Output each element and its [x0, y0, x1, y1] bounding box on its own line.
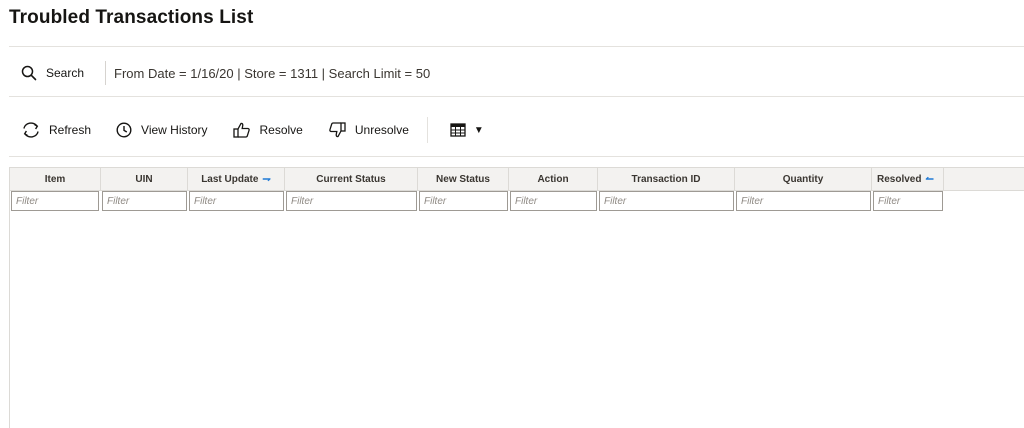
page-title: Troubled Transactions List: [9, 7, 254, 28]
filter-input-action[interactable]: [510, 191, 597, 211]
column-header-new-status[interactable]: New Status: [418, 168, 509, 190]
sort-ascending-icon: ↼: [925, 173, 934, 185]
unresolve-label: Unresolve: [354, 123, 409, 137]
table-header: Item UIN Last Update ⇁ Current Status Ne…: [10, 167, 1024, 191]
filter-input-quantity[interactable]: [736, 191, 871, 211]
column-label: Action: [537, 173, 569, 185]
column-label: New Status: [436, 173, 490, 185]
filter-input-resolved[interactable]: [873, 191, 943, 211]
chevron-down-icon: ▼: [473, 124, 484, 136]
column-view-menu-button[interactable]: ▼: [438, 115, 496, 145]
unresolve-button[interactable]: Unresolve: [315, 115, 421, 145]
column-label: Quantity: [782, 173, 824, 185]
filter-input-transaction-id[interactable]: [599, 191, 734, 211]
filter-input-last-update[interactable]: [189, 191, 284, 211]
toolbar: Refresh View History Resolve Unresolve ▼: [9, 115, 496, 145]
refresh-button[interactable]: Refresh: [9, 115, 103, 145]
filter-row: [10, 190, 1024, 214]
search-label: Search: [46, 66, 85, 80]
divider: [9, 156, 1024, 157]
column-header-current-status[interactable]: Current Status: [285, 168, 418, 190]
filter-input-uin[interactable]: [102, 191, 187, 211]
column-header-resolved[interactable]: Resolved ↼: [872, 168, 944, 190]
search-separator: [105, 61, 107, 85]
search-criteria: From Date = 1/16/20 | Store = 1311 | Sea…: [114, 65, 431, 81]
search-bar: Search From Date = 1/16/20 | Store = 131…: [9, 58, 430, 88]
resolve-label: Resolve: [259, 123, 303, 137]
column-header-quantity[interactable]: Quantity: [735, 168, 872, 190]
column-label: Resolved: [877, 173, 922, 185]
table-icon: [450, 123, 466, 137]
divider: [9, 46, 1024, 47]
column-label: Last Update: [201, 173, 259, 185]
search-button[interactable]: Search: [9, 58, 96, 88]
divider: [9, 96, 1024, 97]
thumbs-up-icon: [232, 121, 252, 139]
resolve-button[interactable]: Resolve: [220, 115, 315, 145]
column-label: Transaction ID: [631, 173, 701, 185]
refresh-label: Refresh: [49, 123, 92, 137]
column-label: Current Status: [316, 173, 386, 185]
column-header-item[interactable]: Item: [10, 168, 101, 190]
column-header-transaction-id[interactable]: Transaction ID: [598, 168, 735, 190]
thumbs-down-icon: [327, 121, 347, 139]
column-header-action[interactable]: Action: [509, 168, 598, 190]
filter-input-item[interactable]: [11, 191, 99, 211]
column-header-uin[interactable]: UIN: [101, 168, 188, 190]
toolbar-separator: [426, 117, 428, 143]
clock-icon: [115, 121, 133, 139]
column-label: Item: [44, 173, 66, 185]
view-history-label: View History: [141, 123, 208, 137]
search-icon: [21, 65, 37, 81]
view-history-button[interactable]: View History: [103, 115, 219, 145]
column-header-last-update[interactable]: Last Update ⇁: [188, 168, 285, 190]
transactions-table: Item UIN Last Update ⇁ Current Status Ne…: [9, 167, 1024, 428]
sort-descending-icon: ⇁: [262, 173, 271, 185]
column-label: UIN: [135, 173, 153, 185]
refresh-icon: [21, 121, 41, 139]
filter-input-current-status[interactable]: [286, 191, 417, 211]
filter-input-new-status[interactable]: [419, 191, 508, 211]
